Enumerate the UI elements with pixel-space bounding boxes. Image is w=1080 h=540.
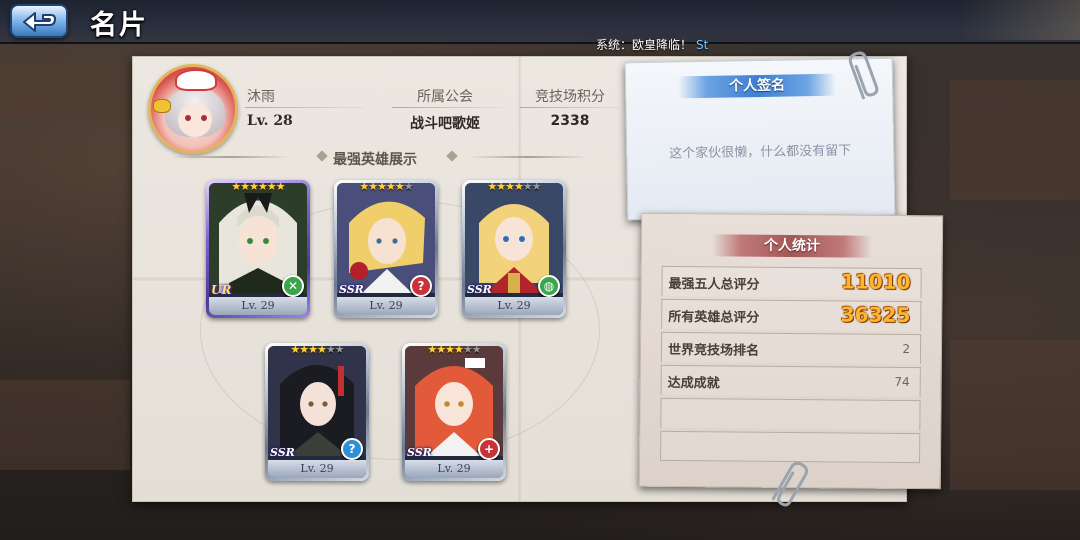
system-ticker: 系统：欧皇降临！ St — [596, 36, 708, 53]
hero-card-5[interactable]: ★★★★★★ SSR + Lv. 29 — [402, 343, 506, 481]
stat-label: 所有英雄总评分 — [668, 309, 760, 326]
stat-row: 最强五人总评分 11010 — [661, 265, 922, 299]
stat-value: 36325 — [840, 302, 911, 328]
section-ornament-right — [468, 156, 588, 158]
sword-cross-icon: ✕ — [282, 275, 304, 297]
stars-empty: ★★ — [462, 346, 482, 356]
paper-clip-icon — [772, 461, 809, 507]
avatar-face — [178, 103, 212, 137]
guild-value: 战斗吧歌姬 — [410, 116, 480, 132]
star-rating: ★★★★★★ — [465, 183, 563, 193]
rarity-badge: SSR — [339, 283, 364, 296]
star-rating: ★★★★★★ — [209, 183, 307, 193]
arena-score-value: 2338 — [550, 113, 590, 129]
signature-text[interactable]: 这个家伙很懒，什么都没有留下 — [627, 139, 893, 163]
question-mark-icon: ? — [341, 438, 363, 460]
hero-card-inner: ★★★★★★ SSR + Lv. 29 — [405, 346, 503, 478]
player-avatar[interactable] — [148, 64, 238, 154]
stat-row: 世界竞技场排名 2 — [660, 331, 922, 365]
hero-card-inner: ★★★★★★ SSR ? Lv. 29 — [337, 183, 435, 315]
stats-panel: 个人统计 最强五人总评分 11010 所有英雄总评分 36325 世界竞技场排名… — [638, 212, 944, 490]
top-bar: 名片 — [0, 0, 1080, 44]
stars-empty: ★★ — [522, 183, 542, 193]
ticker-tail: St — [696, 38, 709, 52]
topbar-ornament — [960, 0, 1080, 40]
stars-empty: ★ — [403, 183, 414, 193]
hero-level: Lv. 29 — [268, 460, 366, 478]
hero-card-inner: ★★★★★★ SSR ◍ Lv. 29 — [465, 183, 563, 315]
hero-card-inner: ★★★★★★ SSR ? Lv. 29 — [268, 346, 366, 478]
back-arrow-icon — [23, 12, 56, 32]
stat-value: 74 — [894, 374, 910, 390]
paper-clip-icon — [848, 51, 879, 100]
stars-empty: ★★ — [325, 346, 345, 356]
plus-cross-icon: + — [478, 438, 500, 460]
hero-level: Lv. 29 — [465, 297, 563, 315]
hero-card-inner: ★★★★★★ UR ✕ Lv. 29 — [209, 183, 307, 315]
stats-title: 个人统计 — [711, 234, 873, 258]
hero-card-2[interactable]: ★★★★★★ SSR ? Lv. 29 — [334, 180, 438, 318]
stars-filled: ★★★★ — [290, 346, 326, 356]
page-title: 名片 — [90, 10, 148, 41]
back-button[interactable] — [10, 4, 68, 38]
stat-label: 最强五人总评分 — [668, 276, 760, 293]
star-rating: ★★★★★★ — [268, 346, 366, 356]
stars-filled: ★★★★★ — [359, 183, 404, 193]
stat-label: 达成成就 — [667, 375, 720, 392]
guild-label: 所属公会 — [417, 89, 473, 105]
rarity-badge: UR — [211, 283, 232, 297]
arena-score-label: 竞技场积分 — [535, 89, 605, 105]
hero-card-4[interactable]: ★★★★★★ SSR ? Lv. 29 — [265, 343, 369, 481]
hero-card-1[interactable]: ★★★★★★ UR ✕ Lv. 29 — [206, 180, 310, 318]
stat-value: 2 — [902, 341, 911, 357]
hero-level: Lv. 29 — [209, 297, 307, 315]
rarity-badge: SSR — [407, 446, 432, 459]
signature-title: 个人签名 — [677, 73, 837, 99]
hero-level: Lv. 29 — [337, 297, 435, 315]
stars-filled: ★★★★ — [427, 346, 463, 356]
rarity-badge: SSR — [467, 283, 492, 296]
divider — [392, 107, 502, 108]
gold-ingot-icon — [153, 99, 171, 113]
divider — [245, 107, 365, 108]
divider — [520, 107, 620, 108]
star-rating: ★★★★★★ — [337, 183, 435, 193]
stat-label: 世界竞技场排名 — [667, 342, 760, 359]
hero-level: Lv. 29 — [405, 460, 503, 478]
star-rating: ★★★★★★ — [405, 346, 503, 356]
player-name: 沐雨 — [247, 89, 275, 105]
stars-filled: ★★★★★★ — [231, 183, 285, 193]
avatar-eye — [185, 115, 191, 121]
stat-row: 达成成就 74 — [660, 364, 921, 398]
shield-icon: ◍ — [538, 275, 560, 297]
lucky-cat-icon — [175, 69, 217, 91]
section-ornament-left — [170, 156, 290, 158]
stat-row: 所有英雄总评分 36325 — [661, 298, 922, 332]
question-mark-icon: ? — [410, 275, 432, 297]
rarity-badge: SSR — [270, 446, 295, 459]
stat-value: 11010 — [840, 269, 911, 295]
player-level: Lv. 28 — [247, 113, 293, 129]
avatar-eye — [201, 115, 207, 121]
stat-row-empty — [660, 397, 921, 431]
hero-card-3[interactable]: ★★★★★★ SSR ◍ Lv. 29 — [462, 180, 566, 318]
stars-filled: ★★★★ — [487, 183, 523, 193]
section-title: 最强英雄展示 — [333, 152, 417, 168]
ticker-text: 系统：欧皇降临！ — [596, 38, 693, 52]
